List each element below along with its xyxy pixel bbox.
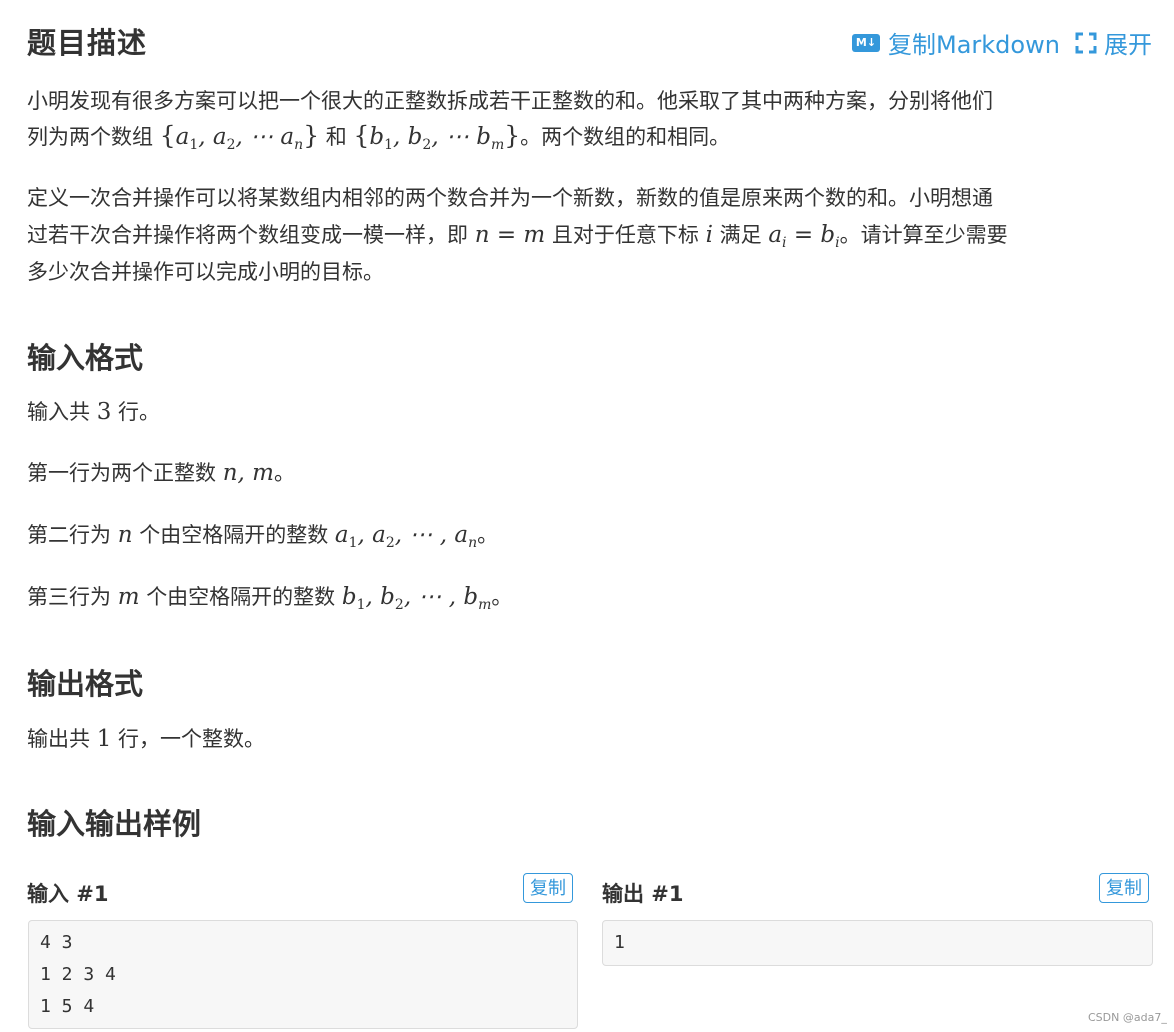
format-text: 输入共 [27, 400, 90, 424]
copy-input-button[interactable]: 复制 [523, 873, 573, 903]
math-number: 1 [96, 726, 112, 752]
sample-output-box[interactable]: 1 [602, 920, 1153, 966]
math-ai-eq-bi: ai = bi [768, 222, 840, 251]
input-format-title: 输入格式 [27, 341, 144, 375]
math-a-seq: a1, a2, ⋯ , an [334, 522, 478, 551]
copy-markdown-button[interactable]: M↓ 复制Markdown [852, 25, 1060, 60]
math-number: 3 [96, 399, 112, 425]
math-n-m: n, m [222, 460, 274, 486]
format-text: 。 [273, 461, 295, 485]
math-array-a: {a1, a2, ⋯ an} [159, 121, 320, 153]
description-text: 列为两个数组 [27, 125, 153, 149]
input-format-line2: 第一行为两个正整数 n, m。 [27, 456, 295, 490]
format-text: 第三行为 [27, 585, 111, 609]
watermark: CSDN @ada7_ [1088, 1011, 1167, 1024]
description-p1-line1: 小明发现有很多方案可以把一个很大的正整数拆成若干正整数的和。他采取了其中两种方案… [27, 89, 993, 113]
input-format-line4: 第三行为 m 个由空格隔开的整数 b1, b2, ⋯ , bm。 [27, 580, 512, 622]
description-text: 且对于任意下标 [551, 223, 699, 247]
description-p2-line2: 过若干次合并操作将两个数组变成一模一样，即 n = m 且对于任意下标 i 满足… [27, 218, 1008, 260]
math-m: m [117, 584, 140, 610]
description-text: 满足 [719, 223, 762, 247]
sample-output-line: 1 [614, 932, 625, 953]
format-text: 个由空格隔开的整数 [146, 585, 336, 609]
format-text: 输出共 [27, 727, 90, 751]
copy-output-button[interactable]: 复制 [1099, 873, 1149, 903]
samples-title: 输入输出样例 [27, 807, 202, 841]
math-n: n [117, 522, 133, 548]
description-p2-line3: 多少次合并操作可以完成小明的目标。 [27, 260, 384, 284]
format-text: 。 [477, 523, 499, 547]
description-text: 和 [325, 125, 347, 149]
expand-icon [1075, 32, 1097, 53]
sample-input-line: 1 2 3 4 [40, 964, 116, 985]
expand-label: 展开 [1104, 31, 1152, 59]
description-text: 。请计算至少需要 [839, 223, 1008, 247]
output-format-line1: 输出共 1 行，一个整数。 [27, 722, 265, 756]
sample-output-label: 输出 #1 [602, 882, 684, 906]
description-text: 过若干次合并操作将两个数组变成一模一样，即 [27, 223, 468, 247]
expand-button[interactable]: 展开 [1074, 25, 1152, 60]
description-p1-line2: 列为两个数组 {a1, a2, ⋯ an} 和 {b1, b2, ⋯ bm}。两… [27, 119, 730, 162]
format-text: 个由空格隔开的整数 [139, 523, 329, 547]
sample-input-label: 输入 #1 [27, 882, 109, 906]
math-b-seq: b1, b2, ⋯ , bm [341, 584, 492, 613]
format-text: 行。 [118, 400, 161, 424]
format-text: 行，一个整数。 [118, 727, 266, 751]
output-format-title: 输出格式 [27, 667, 144, 701]
description-text: 。两个数组的和相同。 [520, 125, 731, 149]
page-title: 题目描述 [27, 26, 148, 60]
input-format-line1: 输入共 3 行。 [27, 395, 160, 429]
format-text: 。 [491, 585, 513, 609]
format-text: 第二行为 [27, 523, 111, 547]
sample-input-box[interactable]: 4 3 1 2 3 4 1 5 4 [28, 920, 578, 1029]
copy-markdown-label: 复制Markdown [888, 31, 1060, 59]
math-i: i [705, 222, 713, 248]
format-text: 第一行为两个正整数 [27, 461, 216, 485]
math-n-eq-m: n = m [474, 222, 546, 248]
description-p2-line1: 定义一次合并操作可以将某数组内相邻的两个数合并为一个新数，新数的值是原来两个数的… [27, 186, 993, 210]
sample-input-line: 4 3 [40, 932, 73, 953]
sample-input-line: 1 5 4 [40, 996, 95, 1017]
input-format-line3: 第二行为 n 个由空格隔开的整数 a1, a2, ⋯ , an。 [27, 518, 498, 560]
math-array-b: {b1, b2, ⋯ bm} [353, 121, 521, 153]
markdown-icon: M↓ [852, 33, 880, 52]
